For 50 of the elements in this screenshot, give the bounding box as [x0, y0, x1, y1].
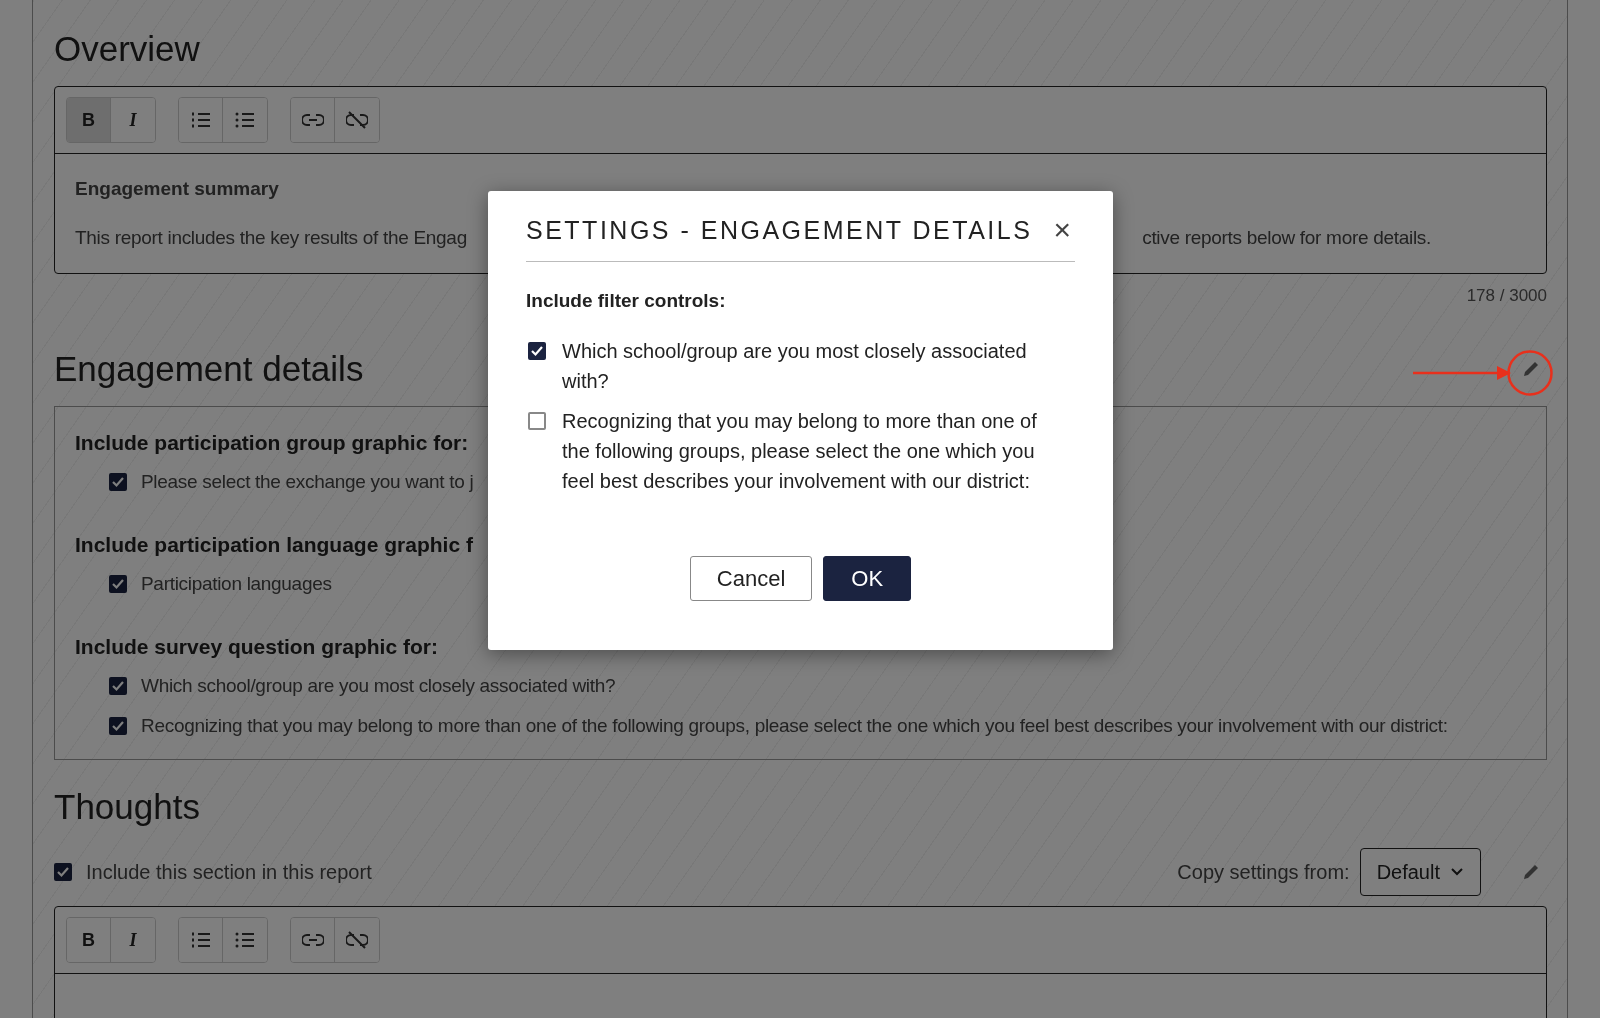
section-title: Overview — [54, 28, 201, 70]
text-editor[interactable]: B I — [54, 906, 1547, 1018]
section-title: Thoughts — [54, 786, 201, 828]
checkbox[interactable] — [109, 677, 127, 695]
numbered-list-icon — [190, 932, 211, 948]
group-heading: Include participation language graphic f — [75, 533, 473, 556]
link-button[interactable] — [291, 918, 335, 962]
link-icon — [301, 113, 324, 127]
filter-controls-label: Include filter controls: — [526, 290, 727, 312]
pencil-icon — [1521, 359, 1541, 379]
summary-heading: Engagement summary — [75, 178, 280, 200]
summary-text: ctive reports below for more details. — [1142, 227, 1431, 249]
checkbox[interactable] — [109, 575, 127, 593]
chevron-down-icon — [1450, 867, 1464, 877]
checkbox[interactable] — [109, 717, 127, 735]
checkbox[interactable] — [54, 863, 72, 881]
checkbox-label: Recognizing that you may belong to more than one of the following groups, please select the one which you feel best describes your involvement with our district: — [141, 714, 1448, 738]
checkbox[interactable] — [528, 342, 546, 360]
bold-button[interactable]: B — [67, 98, 111, 142]
bullet-list-icon — [235, 112, 255, 128]
cancel-button[interactable]: Cancel — [689, 556, 813, 601]
ordered-list-button[interactable] — [179, 98, 223, 142]
dialog-title: SETTINGS - ENGAGEMENT DETAILS — [526, 215, 1033, 245]
summary-text: This report includes the key results of the Engag — [75, 227, 467, 249]
group-heading: Include participation group graphic for: — [75, 431, 469, 454]
checkbox[interactable] — [528, 412, 546, 430]
settings-dropdown[interactable]: Default — [1359, 848, 1481, 896]
unlink-icon — [346, 930, 368, 950]
pencil-icon — [1521, 862, 1541, 882]
checkbox-label: Please select the exchange you want to j — [141, 470, 474, 494]
link-button[interactable] — [291, 98, 335, 142]
close-button[interactable]: × — [1049, 215, 1075, 245]
checkbox-label: Include this section in this report — [86, 860, 372, 885]
checkbox-label: Participation languages — [141, 572, 332, 596]
ok-button[interactable]: OK — [823, 556, 912, 601]
checkbox[interactable] — [109, 473, 127, 491]
group-heading: Include survey question graphic for: — [75, 635, 438, 658]
character-counter: 178 / 3000 — [1466, 286, 1547, 306]
bold-button[interactable]: B — [67, 918, 111, 962]
section-title: Engagement details — [54, 348, 364, 390]
checkbox-label: Which school/group are you most closely associated with? — [141, 674, 616, 698]
copy-settings-label: Copy settings from: — [1177, 860, 1350, 885]
ordered-list-button[interactable] — [179, 918, 223, 962]
highlight-circle — [1506, 349, 1554, 397]
checkbox-label: Recognizing that you may belong to more than one of the following groups, please select the one which you feel best describes your involvement with our district: — [562, 409, 1038, 494]
bullet-list-icon — [235, 932, 255, 948]
checkbox-label: Which school/group are you most closely associated with? — [562, 339, 1028, 394]
numbered-list-icon — [190, 112, 211, 128]
unlink-icon — [346, 110, 368, 130]
link-icon — [301, 933, 324, 947]
